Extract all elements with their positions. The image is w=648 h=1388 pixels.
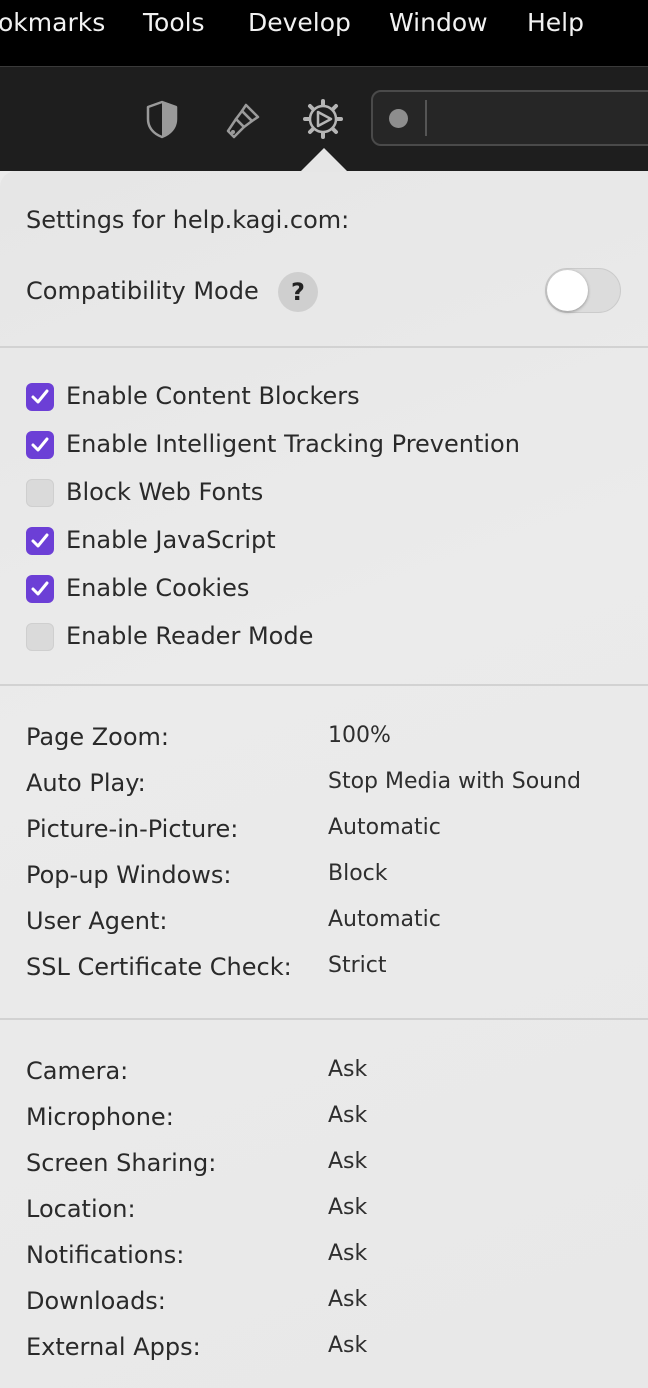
downloads-label: Downloads:: [26, 1287, 166, 1315]
checkbox-label: Enable Cookies: [66, 574, 250, 602]
popup-windows-popup[interactable]: Block: [328, 861, 388, 886]
pip-popup[interactable]: Automatic: [328, 815, 441, 840]
address-bar[interactable]: [371, 90, 648, 146]
pip-label: Picture-in-Picture:: [26, 815, 239, 843]
popover-title: Settings for help.kagi.com:: [26, 206, 350, 234]
location-label: Location:: [26, 1195, 136, 1223]
block-web-fonts-checkbox[interactable]: [26, 479, 54, 507]
screen-sharing-label: Screen Sharing:: [26, 1149, 217, 1177]
popup-windows-label: Pop-up Windows:: [26, 861, 232, 889]
menu-bar: okmarks Tools Develop Window Help: [0, 0, 648, 67]
menu-help[interactable]: Help: [527, 8, 584, 37]
checkbox-label: Enable Content Blockers: [66, 382, 360, 410]
content-blockers-checkbox[interactable]: [26, 383, 54, 411]
notifications-popup[interactable]: Ask: [328, 1241, 367, 1266]
external-apps-label: External Apps:: [26, 1333, 201, 1361]
checkbox-label: Enable JavaScript: [66, 526, 276, 554]
location-popup[interactable]: Ask: [328, 1195, 367, 1220]
microphone-label: Microphone:: [26, 1103, 174, 1131]
brush-icon[interactable]: [222, 97, 266, 141]
menu-window[interactable]: Window: [389, 8, 488, 37]
help-button[interactable]: ?: [278, 272, 318, 312]
reader-mode-checkbox[interactable]: [26, 623, 54, 651]
screen-sharing-popup[interactable]: Ask: [328, 1149, 367, 1174]
shield-icon[interactable]: [140, 97, 184, 141]
cookies-checkbox[interactable]: [26, 575, 54, 603]
menu-tools[interactable]: Tools: [143, 8, 205, 37]
checkbox-label: Enable Reader Mode: [66, 622, 314, 650]
checkbox-label: Enable Intelligent Tracking Prevention: [66, 430, 520, 458]
menu-develop[interactable]: Develop: [248, 8, 351, 37]
downloads-popup[interactable]: Ask: [328, 1287, 367, 1312]
tracking-prevention-checkbox[interactable]: [26, 431, 54, 459]
gear-icon[interactable]: [301, 97, 345, 141]
user-agent-label: User Agent:: [26, 907, 168, 935]
site-status-icon: [389, 109, 408, 128]
microphone-popup[interactable]: Ask: [328, 1103, 367, 1128]
ssl-check-label: SSL Certificate Check:: [26, 953, 292, 981]
compatibility-mode-label: Compatibility Mode: [26, 277, 259, 305]
user-agent-popup[interactable]: Automatic: [328, 907, 441, 932]
camera-label: Camera:: [26, 1057, 129, 1085]
notifications-label: Notifications:: [26, 1241, 185, 1269]
popover-arrow: [300, 148, 348, 172]
auto-play-popup[interactable]: Stop Media with Sound: [328, 769, 581, 794]
auto-play-label: Auto Play:: [26, 769, 146, 797]
ssl-check-popup[interactable]: Strict: [328, 953, 386, 978]
checkbox-label: Block Web Fonts: [66, 478, 264, 506]
divider: [0, 346, 648, 348]
compatibility-mode-toggle[interactable]: [545, 268, 621, 313]
page-zoom-label: Page Zoom:: [26, 723, 170, 751]
camera-popup[interactable]: Ask: [328, 1057, 367, 1082]
menu-bookmarks[interactable]: okmarks: [0, 8, 105, 37]
external-apps-popup[interactable]: Ask: [328, 1333, 367, 1358]
page-zoom-popup[interactable]: 100%: [328, 723, 391, 748]
divider: [0, 684, 648, 686]
divider: [0, 1018, 648, 1020]
text-caret: [425, 100, 427, 136]
toggle-knob: [547, 270, 588, 311]
javascript-checkbox[interactable]: [26, 527, 54, 555]
